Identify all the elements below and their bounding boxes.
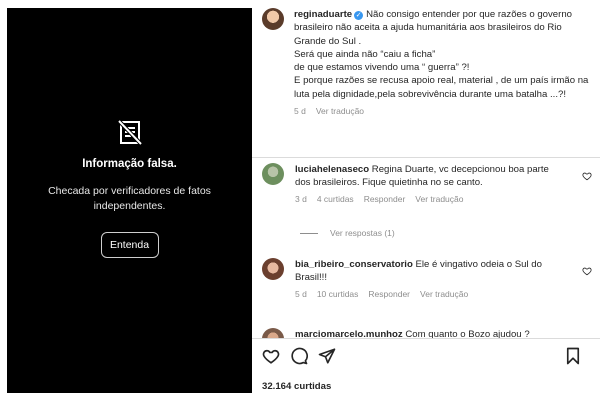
heart-icon[interactable] — [582, 171, 592, 181]
heart-icon[interactable] — [582, 266, 592, 276]
comments-panel: reginaduarte ✓ Não consigo entender por qu… — [252, 0, 600, 400]
view-replies-link[interactable]: Ver respostas (1) — [300, 228, 395, 238]
caption-line-2: Será que ainda não “caiu a ficha” — [294, 48, 436, 60]
warning-description: Checada por verificadores de fatos indep… — [48, 185, 211, 212]
comment-icon[interactable] — [290, 347, 308, 365]
fake-news-icon — [117, 119, 142, 146]
divider — [252, 157, 600, 158]
translate-link[interactable]: Ver tradução — [415, 194, 463, 204]
action-bar: 32.164 curtidas — [252, 338, 600, 400]
comment-time: 3 d — [295, 193, 307, 204]
replies-line — [300, 232, 318, 234]
comment-username[interactable]: marciomarcelo.munhoz — [295, 329, 403, 338]
caption-translate-link[interactable]: Ver tradução — [316, 106, 364, 116]
learn-more-button[interactable]: Entenda — [100, 232, 159, 258]
avatar[interactable] — [262, 328, 284, 338]
post-caption: reginaduarte ✓ Não consigo entender por qu… — [262, 8, 590, 116]
verified-badge-icon: ✓ — [354, 11, 364, 20]
caption-username[interactable]: reginaduarte — [294, 9, 352, 20]
comment-item: luciahelenaseco Regina Duarte, vc decepc… — [262, 163, 592, 204]
comment-item: bia_ribeiro_conservatorio Ele é vingativ… — [262, 258, 592, 299]
translate-link[interactable]: Ver tradução — [420, 289, 468, 299]
bookmark-icon[interactable] — [564, 347, 582, 365]
caption-meta: 5 d Ver tradução — [294, 106, 590, 116]
comment-likes[interactable]: 4 curtidas — [317, 194, 354, 204]
comment-username[interactable]: luciahelenaseco — [295, 164, 369, 175]
avatar[interactable] — [262, 8, 284, 30]
reply-button[interactable]: Responder — [368, 289, 410, 299]
post-media: Informação falsa. Checada por verificado… — [7, 8, 252, 393]
view-replies-label: Ver respostas (1) — [330, 228, 395, 238]
avatar[interactable] — [262, 163, 284, 185]
share-icon[interactable] — [318, 347, 336, 365]
caption-time: 5 d — [294, 106, 306, 117]
comment-time: 5 d — [295, 288, 307, 299]
caption-line-4: E porque razões se recusa apoio real, ma… — [294, 75, 589, 100]
heart-icon[interactable] — [262, 347, 280, 365]
comment-likes[interactable]: 10 curtidas — [317, 289, 359, 299]
comment-text: Com quanto o Bozo ajudou ? — [405, 329, 530, 338]
caption-line-3: de que estamos vivendo uma “ guerra” ?! — [294, 62, 470, 74]
likes-count[interactable]: 32.164 curtidas — [262, 381, 331, 392]
reply-button[interactable]: Responder — [364, 194, 406, 204]
comment-username[interactable]: bia_ribeiro_conservatorio — [295, 259, 413, 270]
avatar[interactable] — [262, 258, 284, 280]
comment-item: marciomarcelo.munhoz Com quanto o Bozo a… — [262, 328, 592, 338]
warning-title: Informação falsa. — [82, 158, 177, 170]
